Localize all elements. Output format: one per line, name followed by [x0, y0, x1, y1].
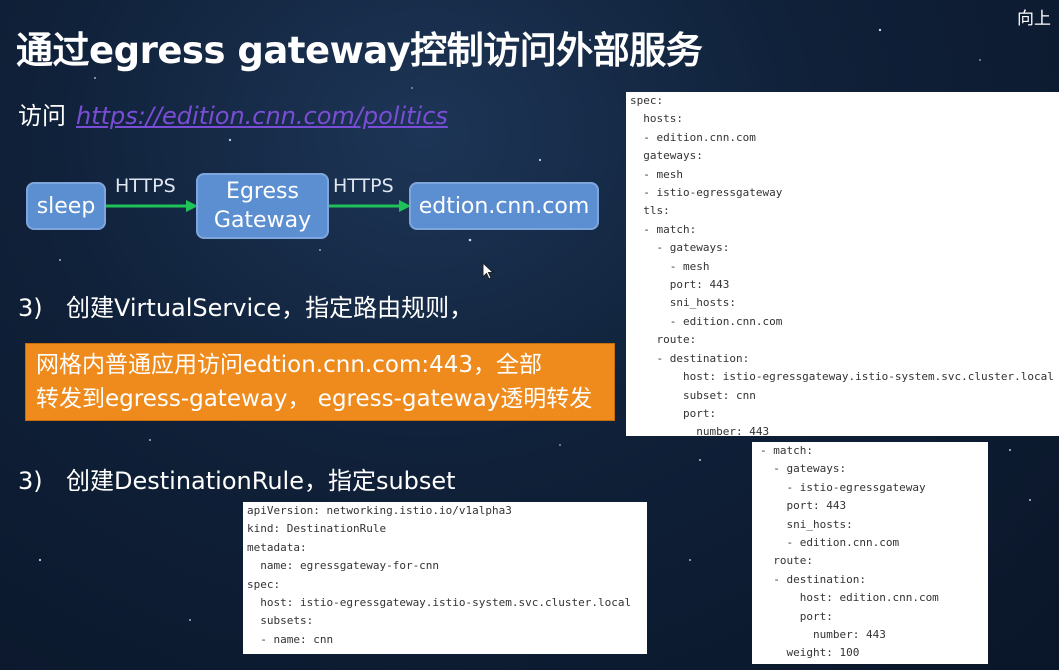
- step-destinationrule: 3) 创建DestinationRule，指定subset: [18, 461, 456, 496]
- flow-node-egress-gateway: Egress Gateway: [196, 173, 329, 239]
- callout-box: 网格内普通应用访问edtion.cnn.com:443，全部 转发到egress…: [25, 343, 615, 421]
- flow-arrow-1: [106, 200, 198, 212]
- callout-line-2: 转发到egress-gateway， egress-gateway透明转发: [36, 386, 593, 412]
- flow-arrow-label-2: HTTPS: [333, 175, 394, 197]
- flow-arrow-label-1: HTTPS: [115, 175, 176, 197]
- visit-line: 访问 https://edition.cnn.com/politics: [18, 96, 448, 131]
- step-number: 3): [18, 294, 43, 322]
- step-virtualservice: 3) 创建VirtualService，指定路由规则，: [18, 288, 473, 323]
- destinationrule-yaml-panel: apiVersion: networking.istio.io/v1alpha3…: [243, 502, 647, 654]
- callout-line-1: 网格内普通应用访问edtion.cnn.com:443，全部: [36, 352, 542, 378]
- slide-title: 通过egress gateway控制访问外部服务: [16, 29, 703, 72]
- route-match-yaml-panel: - match: - gateways: - istio-egressgatew…: [752, 442, 988, 664]
- visit-url-link[interactable]: https://edition.cnn.com/politics: [76, 102, 448, 130]
- corner-label: 向上: [1017, 9, 1051, 29]
- step-text: 创建VirtualService，指定路由规则，: [66, 294, 474, 322]
- flow-arrow-2: [329, 200, 411, 212]
- virtualservice-yaml-panel: spec: hosts: - edition.cnn.com gateways:…: [626, 92, 1059, 436]
- visit-prefix: 访问: [18, 102, 66, 130]
- mouse-pointer-icon: [482, 262, 494, 280]
- step-number: 3): [18, 467, 43, 495]
- flow-node-edition-cnn: edtion.cnn.com: [409, 182, 599, 230]
- flow-node-sleep: sleep: [26, 182, 106, 230]
- step-text: 创建DestinationRule，指定subset: [66, 467, 456, 495]
